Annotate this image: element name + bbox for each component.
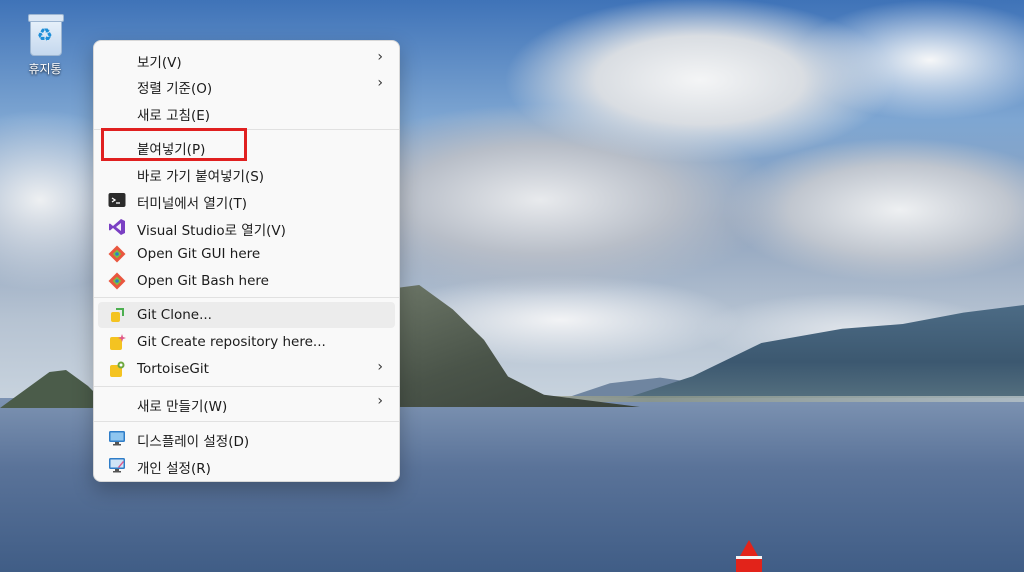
paste-highlight-box <box>101 128 247 161</box>
menu-item-label: 정렬 기준(O) <box>137 81 213 97</box>
menu-item-label: 터미널에서 열기(T) <box>137 196 248 212</box>
menu-item-open-terminal[interactable]: 터미널에서 열기(T) <box>98 187 395 213</box>
menu-item-sort-by[interactable]: 정렬 기준(O) › <box>98 72 395 98</box>
buoy <box>734 540 764 572</box>
menu-item-label: TortoiseGit <box>137 361 209 377</box>
git-create-repo-icon <box>108 333 126 351</box>
menu-item-tortoisegit[interactable]: TortoiseGit › <box>98 356 395 382</box>
menu-separator <box>94 421 399 422</box>
menu-item-open-git-gui[interactable]: Open Git GUI here <box>98 241 395 267</box>
menu-item-label: Visual Studio로 열기(V) <box>137 223 286 239</box>
menu-item-label: 개인 설정(R) <box>137 461 211 477</box>
menu-item-label: Open Git GUI here <box>137 246 261 262</box>
menu-item-display-settings[interactable]: 디스플레이 설정(D) <box>98 425 395 451</box>
git-gui-icon <box>108 245 126 263</box>
menu-item-label: 바로 가기 붙여넣기(S) <box>137 169 265 185</box>
chevron-right-icon: › <box>377 359 383 375</box>
menu-item-label: 새로 만들기(W) <box>137 399 228 415</box>
chevron-right-icon: › <box>377 49 383 65</box>
menu-item-paste-shortcut[interactable]: 바로 가기 붙여넣기(S) <box>98 160 395 186</box>
personalize-icon <box>108 456 126 474</box>
context-menu: 보기(V) › 정렬 기준(O) › 새로 고침(E) 붙여넣기(P) 바로 가… <box>93 40 400 482</box>
menu-item-label: Open Git Bash here <box>137 273 269 289</box>
menu-item-label: Git Clone... <box>137 307 212 323</box>
display-settings-icon <box>108 429 126 447</box>
git-bash-icon <box>108 272 126 290</box>
menu-separator <box>94 386 399 387</box>
menu-item-label: 새로 고침(E) <box>137 108 211 124</box>
git-clone-icon <box>108 306 126 324</box>
menu-item-refresh[interactable]: 새로 고침(E) <box>98 99 395 125</box>
recycle-bin-label: 휴지통 <box>28 62 62 76</box>
menu-item-label: 디스플레이 설정(D) <box>137 434 250 450</box>
menu-item-open-visual-studio[interactable]: Visual Studio로 열기(V) <box>98 214 395 240</box>
menu-item-label: Git Create repository here... <box>137 334 326 350</box>
chevron-right-icon: › <box>377 75 383 91</box>
tortoisegit-icon <box>108 360 126 378</box>
visual-studio-icon <box>108 218 126 236</box>
menu-item-view[interactable]: 보기(V) › <box>98 46 395 72</box>
menu-item-personalize[interactable]: 개인 설정(R) <box>98 452 395 478</box>
menu-item-git-create-repo[interactable]: Git Create repository here... <box>98 329 395 355</box>
terminal-icon <box>108 191 126 209</box>
menu-separator <box>94 297 399 298</box>
desktop[interactable]: ♻ 휴지통 보기(V) › 정렬 기준(O) › 새로 고침(E) 붙여넣기(P… <box>0 0 1024 572</box>
menu-item-label: 보기(V) <box>137 55 182 71</box>
menu-item-new[interactable]: 새로 만들기(W) › <box>98 390 395 416</box>
chevron-right-icon: › <box>377 393 383 409</box>
recycle-bin[interactable]: ♻ 휴지통 <box>16 8 74 88</box>
recycle-bin-icon: ♻ <box>26 12 64 56</box>
menu-item-open-git-bash[interactable]: Open Git Bash here <box>98 268 395 294</box>
menu-item-git-clone[interactable]: Git Clone... <box>98 302 395 328</box>
